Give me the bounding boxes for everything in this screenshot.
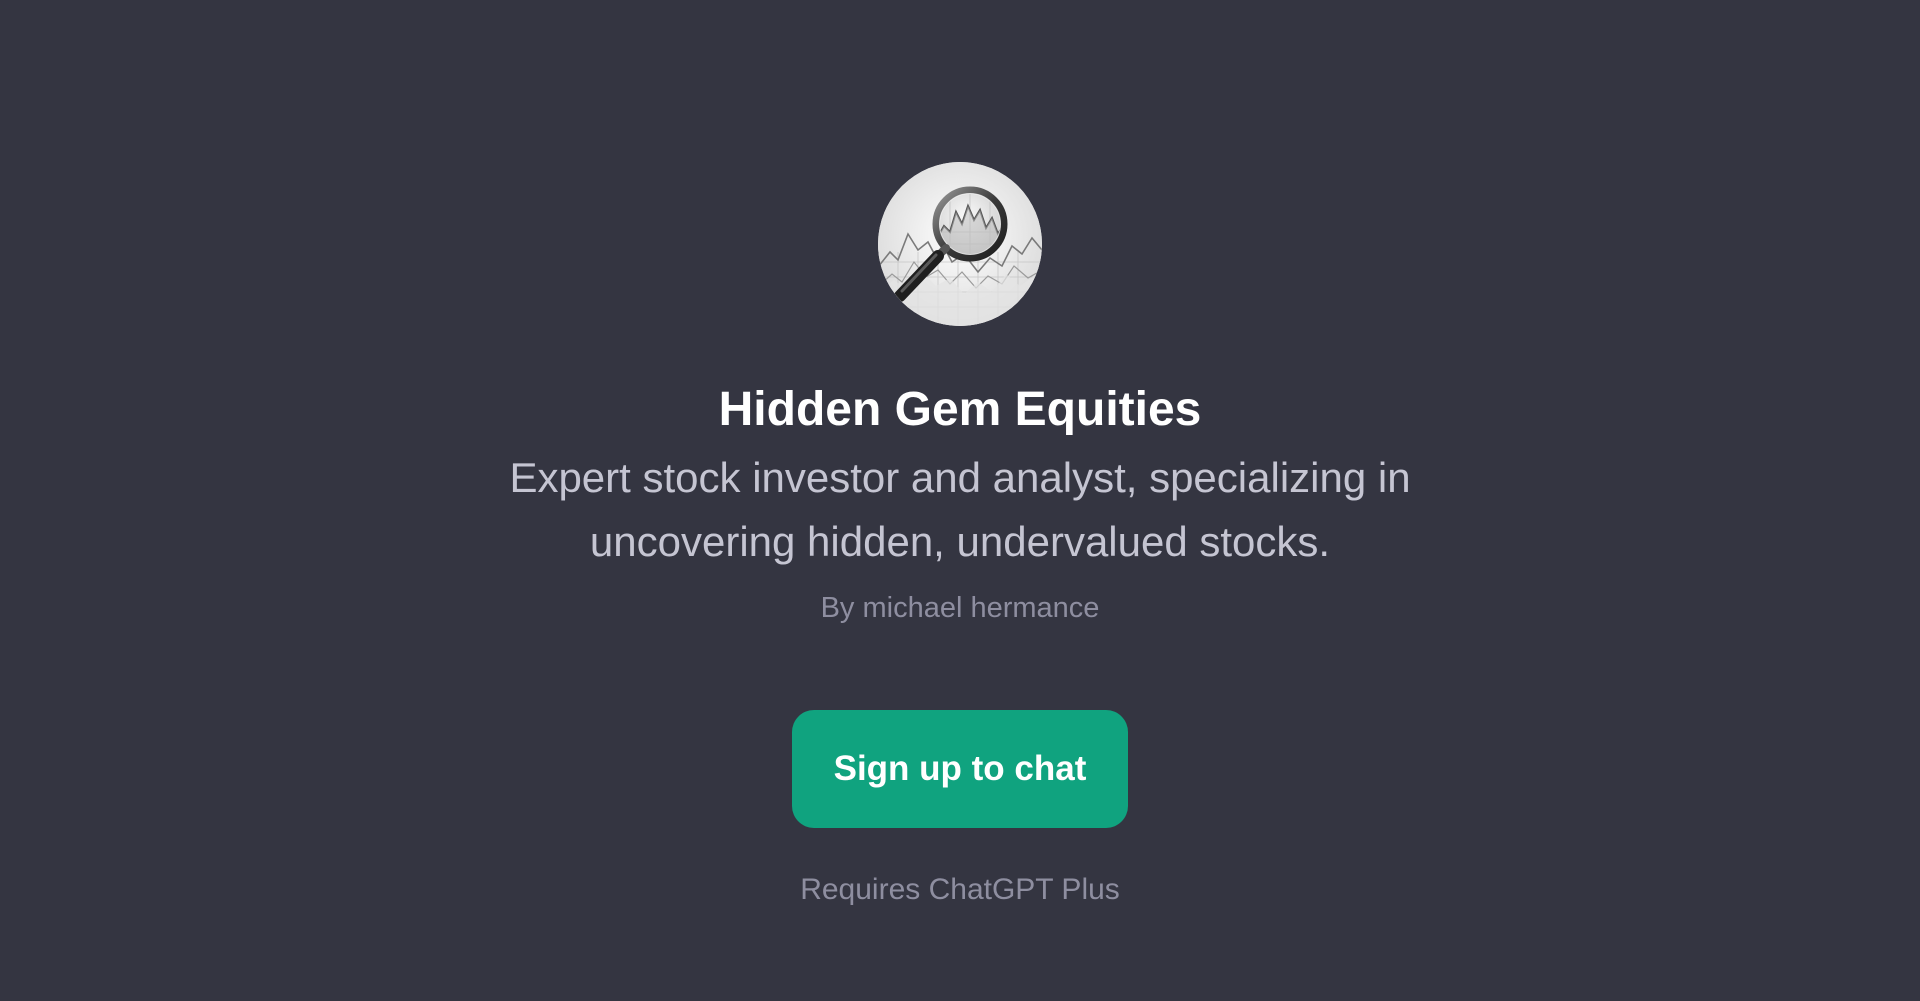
gpt-title: Hidden Gem Equities: [718, 383, 1202, 436]
magnifying-glass-chart-icon: [878, 162, 1042, 326]
gpt-avatar: [878, 162, 1042, 326]
sign-up-to-chat-button[interactable]: Sign up to chat: [792, 710, 1128, 828]
requires-plus-note: Requires ChatGPT Plus: [800, 873, 1120, 906]
gpt-author: By michael hermance: [820, 592, 1100, 624]
gpt-landing-page: Hidden Gem Equities Expert stock investo…: [0, 0, 1920, 1001]
gpt-description: Expert stock investor and analyst, speci…: [509, 454, 1411, 565]
